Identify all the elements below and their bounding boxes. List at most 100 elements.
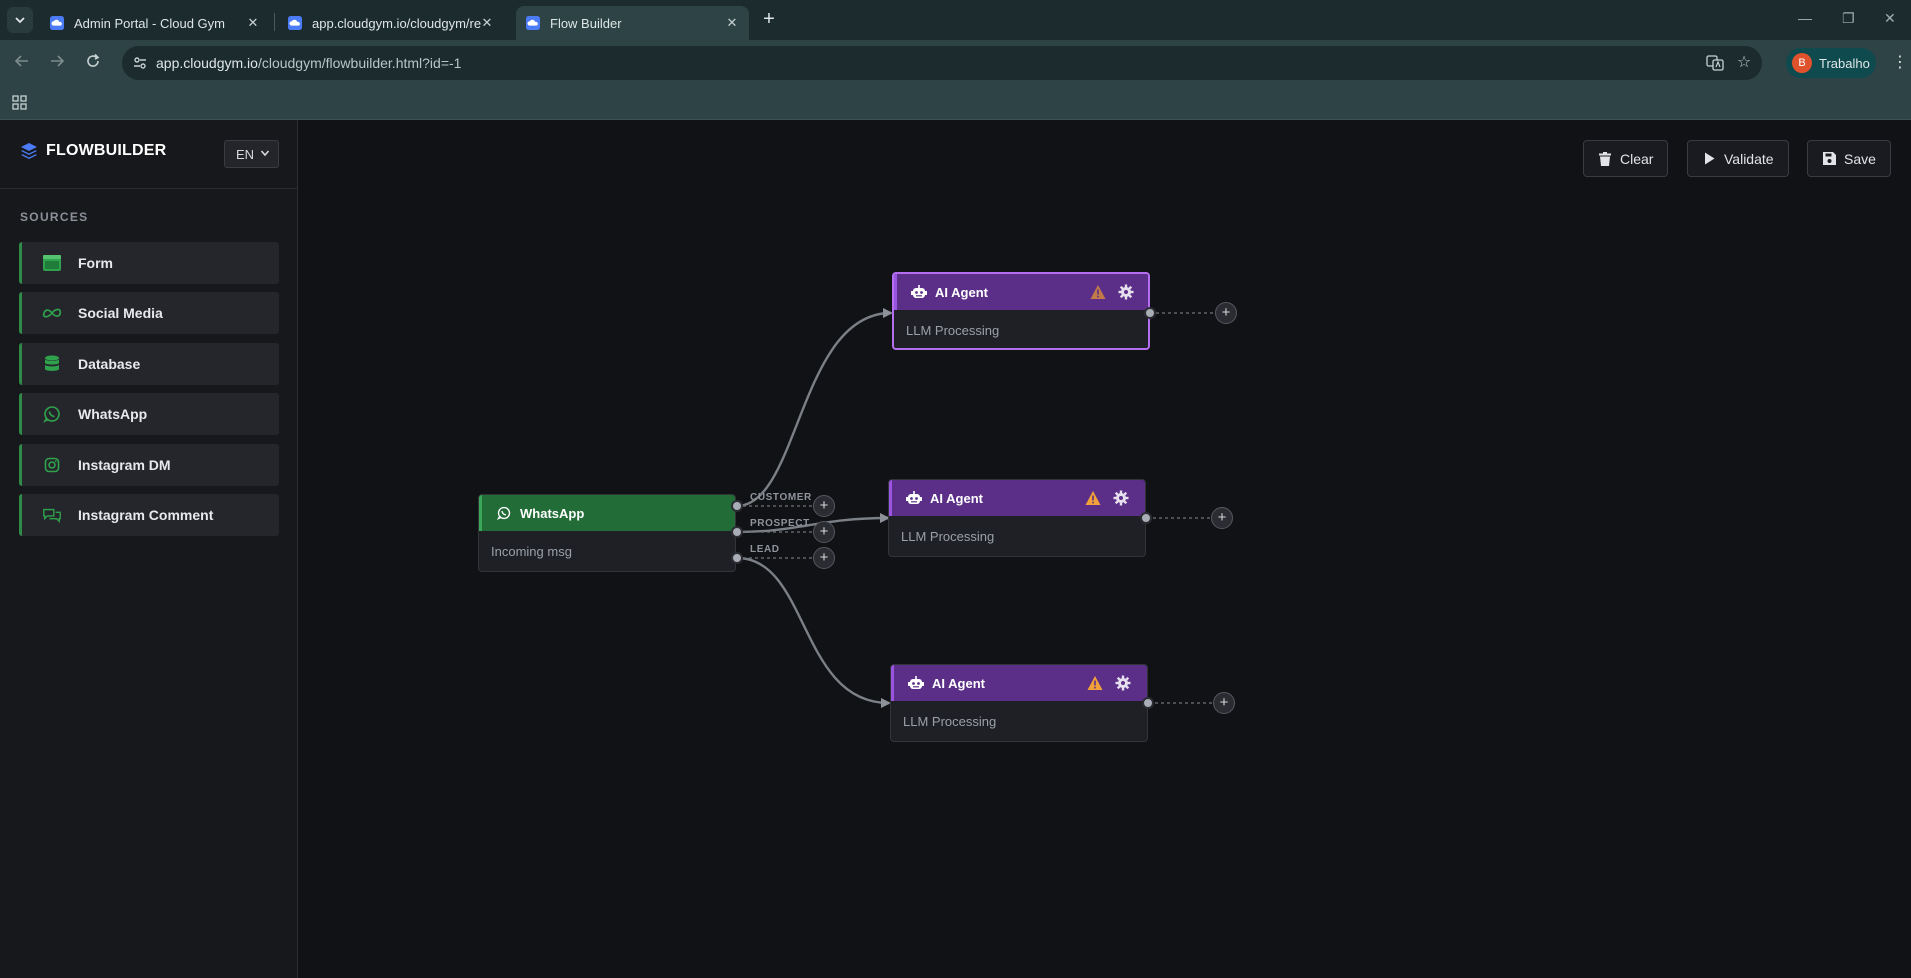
gear-icon[interactable] — [1113, 490, 1129, 506]
source-item-whatsapp[interactable]: WhatsApp — [19, 393, 279, 435]
node-header[interactable]: AI Agent — [889, 480, 1145, 516]
instagram-icon — [42, 455, 62, 475]
source-item-instagram-dm[interactable]: Instagram DM — [19, 444, 279, 486]
warning-icon[interactable] — [1085, 490, 1101, 506]
node-title: WhatsApp — [520, 505, 585, 521]
output-port-prospect[interactable] — [731, 526, 743, 538]
node-ai-agent-2[interactable]: AI Agent LLM Processing — [888, 479, 1146, 557]
minimize-button[interactable]: — — [1798, 10, 1812, 26]
apps-grid-icon[interactable] — [12, 95, 28, 111]
node-whatsapp[interactable]: WhatsApp Incoming msg — [478, 494, 736, 572]
bookmarks-bar — [0, 86, 1911, 120]
tab-title: Admin Portal - Cloud Gym — [74, 15, 225, 31]
chevron-down-icon — [15, 17, 25, 24]
translate-icon[interactable] — [1706, 54, 1724, 72]
output-port-agent3[interactable] — [1142, 697, 1154, 709]
chevron-down-icon — [260, 150, 270, 157]
forward-button[interactable] — [47, 53, 67, 73]
section-label-sources: SOURCES — [20, 210, 89, 224]
close-icon[interactable]: ✕ — [725, 15, 739, 30]
output-port-agent1[interactable] — [1144, 307, 1156, 319]
warning-icon[interactable] — [1087, 675, 1103, 691]
layers-icon — [21, 143, 37, 159]
close-window-button[interactable]: ✕ — [1884, 10, 1896, 27]
add-node-button-agent3[interactable]: + — [1213, 692, 1235, 714]
flow-canvas[interactable]: Clear Validate Save WhatsApp Incoming ms… — [299, 120, 1911, 978]
site-info-icon[interactable] — [132, 55, 148, 71]
url-host: app.cloudgym.io — [156, 55, 258, 71]
close-icon[interactable]: ✕ — [480, 15, 494, 30]
source-item-instagram-comment[interactable]: Instagram Comment — [19, 494, 279, 536]
profile-button[interactable]: B Trabalho — [1786, 48, 1876, 78]
robot-icon — [906, 490, 922, 506]
whatsapp-icon — [42, 404, 62, 424]
source-item-form[interactable]: Form — [19, 242, 279, 284]
database-icon — [42, 354, 62, 374]
node-description: LLM Processing — [903, 714, 997, 729]
add-node-button-prospect[interactable]: + — [813, 521, 835, 543]
bookmark-star-icon[interactable]: ☆ — [1735, 54, 1753, 72]
source-item-label: Instagram Comment — [78, 507, 214, 523]
url-text[interactable]: app.cloudgym.io/cloudgym/flowbuilder.htm… — [156, 55, 461, 71]
branch-label-customer: CUSTOMER — [750, 492, 812, 503]
whatsapp-icon — [496, 505, 512, 521]
node-header[interactable]: AI Agent — [891, 665, 1147, 701]
reload-button[interactable] — [83, 53, 103, 73]
tab-title: Flow Builder — [550, 15, 622, 31]
edge-lead-agent3[interactable] — [736, 556, 891, 708]
add-node-button-agent2[interactable]: + — [1211, 507, 1233, 529]
source-item-label: Database — [78, 356, 141, 372]
edge-customer-agent1[interactable] — [736, 308, 893, 508]
language-select[interactable]: EN — [224, 140, 279, 168]
output-port-lead[interactable] — [731, 552, 743, 564]
tab-report[interactable]: app.cloudgym.io/cloudgym/rep ✕ — [278, 6, 504, 40]
close-icon[interactable]: ✕ — [246, 15, 260, 30]
tab-separator — [274, 13, 275, 31]
meta-icon — [42, 303, 62, 323]
node-header[interactable]: AI Agent — [894, 274, 1148, 310]
sidebar-divider — [0, 188, 298, 189]
source-item-label: Instagram DM — [78, 457, 171, 473]
node-header[interactable]: WhatsApp — [479, 495, 735, 531]
add-node-button-agent1[interactable]: + — [1215, 302, 1237, 324]
branch-label-prospect: PROSPECT — [750, 518, 810, 529]
branch-label-lead: LEAD — [750, 544, 780, 555]
node-title: AI Agent — [930, 490, 983, 506]
gear-icon[interactable] — [1115, 675, 1131, 691]
gear-icon[interactable] — [1118, 284, 1134, 300]
back-button[interactable] — [12, 53, 32, 73]
reload-icon — [87, 53, 100, 67]
node-ai-agent-1[interactable]: AI Agent LLM Processing — [892, 272, 1150, 350]
tab-search-button[interactable] — [7, 7, 33, 33]
cloud-favicon-icon — [50, 16, 64, 30]
language-value: EN — [236, 146, 255, 162]
sidebar: FLOWBUILDER EN SOURCES Form Social Media… — [0, 120, 298, 978]
new-tab-button[interactable]: + — [758, 9, 780, 31]
address-bar[interactable]: app.cloudgym.io/cloudgym/flowbuilder.htm… — [122, 46, 1762, 80]
source-item-database[interactable]: Database — [19, 343, 279, 385]
source-item-social-media[interactable]: Social Media — [19, 292, 279, 334]
restore-button[interactable]: ❐ — [1842, 10, 1855, 27]
brand-title: FLOWBUILDER — [46, 142, 167, 159]
output-port-customer[interactable] — [731, 500, 743, 512]
tab-flow-builder[interactable]: Flow Builder ✕ — [516, 6, 749, 40]
browser-toolbar: app.cloudgym.io/cloudgym/flowbuilder.htm… — [0, 40, 1911, 86]
source-item-label: WhatsApp — [78, 406, 148, 422]
url-path: /cloudgym/flowbuilder.html?id=-1 — [257, 55, 462, 71]
node-description: LLM Processing — [901, 529, 995, 544]
tab-admin-portal[interactable]: Admin Portal - Cloud Gym ✕ — [40, 6, 270, 40]
output-port-agent2[interactable] — [1140, 512, 1152, 524]
robot-icon — [908, 675, 924, 691]
warning-icon[interactable] — [1090, 284, 1106, 300]
profile-name: Trabalho — [1819, 55, 1870, 71]
node-description: LLM Processing — [906, 323, 1000, 338]
robot-icon — [911, 284, 927, 300]
source-item-label: Social Media — [78, 305, 163, 321]
arrow-right-icon — [51, 55, 65, 67]
cloud-favicon-icon — [526, 16, 540, 30]
add-node-button-lead[interactable]: + — [813, 547, 835, 569]
browser-tab-bar: Admin Portal - Cloud Gym ✕ app.cloudgym.… — [0, 0, 1911, 40]
node-ai-agent-3[interactable]: AI Agent LLM Processing — [890, 664, 1148, 742]
more-menu-icon[interactable]: ⋮ — [1892, 52, 1908, 72]
add-node-button-customer[interactable]: + — [813, 495, 835, 517]
